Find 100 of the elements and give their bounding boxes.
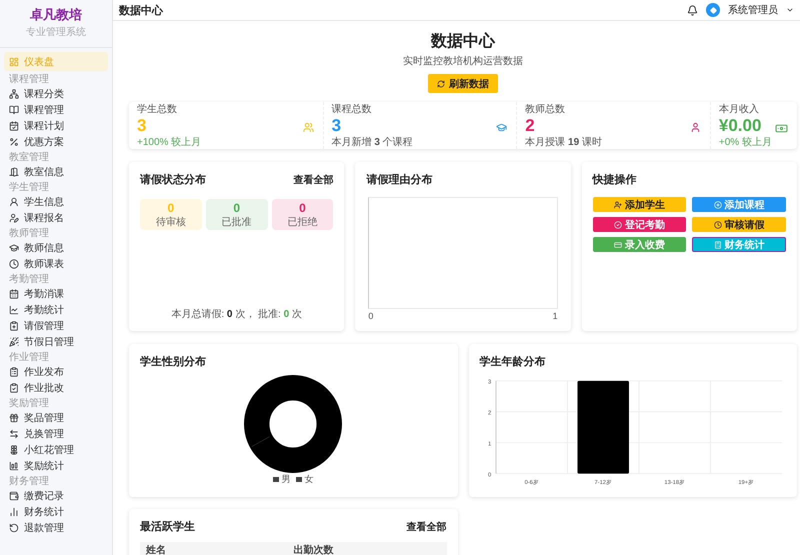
sidebar-item[interactable]: 学生信息 [4, 194, 108, 210]
action-icon [614, 240, 622, 248]
card-title: 学生年龄分布 [480, 354, 546, 369]
menu-item-icon [9, 429, 19, 439]
column-header: 姓名 [146, 544, 167, 555]
stat-label: 学生总数 [137, 102, 178, 116]
card-title: 快捷操作 [592, 172, 638, 187]
sidebar-section-label: 教师管理 [8, 227, 50, 240]
caret-icon[interactable] [786, 6, 794, 14]
menu-item-icon [9, 121, 19, 131]
view-all-link[interactable]: 查看全部 [406, 520, 446, 534]
sidebar-item[interactable]: 财务统计 [4, 504, 108, 520]
menu-item-icon [9, 507, 19, 517]
sidebar-item[interactable]: 教室信息 [4, 164, 108, 180]
stat-icon [774, 122, 788, 135]
stat-label: 本月收入 [718, 102, 760, 116]
dashboard-subtitle: 实时监控教培机构运营数据 [403, 54, 523, 68]
stat-value: 3 [332, 116, 342, 135]
menu-item-icon [9, 413, 19, 423]
sidebar-section-label: 教室管理 [8, 151, 50, 164]
sidebar-section-label: 奖励管理 [8, 397, 50, 410]
menu-item-icon [9, 197, 19, 207]
notification-bell-icon[interactable] [687, 4, 698, 16]
brand-subtitle: 专业管理系统 [26, 26, 86, 39]
legend-item: 女 [296, 473, 314, 486]
menu-item-icon [9, 259, 19, 269]
quick-action-button[interactable]: 登记考勤 [592, 217, 686, 232]
menu-item-icon [9, 461, 19, 471]
sidebar-item[interactable]: 作业批改 [4, 380, 108, 396]
action-icon [614, 200, 622, 208]
card-title: 学生性别分布 [140, 354, 207, 369]
sidebar-item[interactable]: 节假日管理 [4, 334, 108, 350]
stat-value: 2 [525, 116, 535, 135]
sidebar-item[interactable]: 教师信息 [4, 240, 108, 256]
menu-item-icon [9, 367, 19, 377]
menu-item-icon [9, 289, 19, 299]
menu-item-icon [9, 445, 19, 455]
menu-item-icon [9, 383, 19, 393]
action-icon [714, 200, 722, 208]
sidebar-item[interactable]: 缴费记录 [4, 488, 108, 504]
sidebar-item[interactable]: 考勤消课 [4, 286, 108, 302]
menu-item-icon [9, 89, 19, 99]
sidebar-item[interactable]: 请假管理 [4, 318, 108, 334]
menu-item-icon [9, 305, 19, 315]
sidebar-item[interactable]: 退款管理 [4, 520, 108, 536]
stat-label: 教师总数 [525, 102, 566, 116]
stat-note: +0% 较上月 [718, 136, 773, 149]
view-all-link[interactable]: 查看全部 [293, 172, 334, 186]
stat-value: ¥0.00 [718, 116, 762, 135]
sidebar-item[interactable]: 奖励统计 [4, 458, 108, 474]
menu-item-icon [9, 137, 19, 147]
menu-item-icon [9, 491, 19, 501]
status-label: 已批准 [222, 216, 252, 228]
menu-item-icon [9, 337, 19, 347]
quick-action-button[interactable]: 审核请假 [692, 217, 786, 232]
sidebar-item[interactable]: 课程管理 [4, 102, 108, 118]
axis-tick-label: 0 [368, 311, 374, 321]
stat-icon [690, 122, 701, 133]
card-title: 请假状态分布 [140, 172, 206, 187]
menu-item-icon [9, 167, 19, 177]
user-name[interactable]: 系统管理员 [728, 3, 778, 17]
sidebar-section-label: 考勤管理 [8, 273, 50, 286]
sidebar-item[interactable]: 作业发布 [4, 364, 108, 380]
quick-action-button[interactable]: 添加学生 [592, 197, 686, 212]
refresh-button[interactable]: 刷新数据 [428, 74, 498, 93]
status-count: 0 [233, 200, 240, 214]
sidebar-item[interactable]: 优惠方案 [4, 134, 108, 150]
stat-note: 本月授课 19 课时 [525, 136, 603, 149]
user-avatar[interactable] [706, 3, 720, 17]
brand-title: 卓凡教培 [30, 6, 82, 24]
card-title: 最活跃学生 [140, 520, 195, 534]
action-icon [714, 220, 722, 228]
sidebar-item[interactable]: 考勤统计 [4, 302, 108, 318]
page-title: 数据中心 [119, 4, 164, 18]
sidebar-section-label: 课程管理 [8, 73, 50, 86]
menu-item-icon [9, 321, 19, 331]
stat-icon [496, 122, 508, 133]
axis-tick-label: 1 [552, 311, 558, 321]
sidebar-item[interactable]: 课程计划 [4, 118, 108, 134]
card-title: 请假理由分布 [366, 172, 434, 187]
stat-note: 本月新增 3 个课程 [332, 136, 414, 149]
leave-summary: 本月总请假: 0 次， 批准: 0 次 [170, 308, 303, 321]
dashboard-heading: 数据中心 [431, 31, 495, 52]
refresh-icon [437, 80, 445, 88]
menu-item-icon [9, 243, 19, 253]
menu-item-icon [9, 523, 19, 533]
stat-value: 3 [137, 116, 146, 135]
sidebar-item[interactable]: 奖品管理 [4, 410, 108, 426]
sidebar-item[interactable]: 小红花管理 [4, 442, 108, 458]
sidebar-item[interactable]: 课程报名 [4, 210, 108, 226]
sidebar-section-label: 财务管理 [8, 475, 50, 488]
sidebar-item[interactable]: 兑换管理 [4, 426, 108, 442]
sidebar-item[interactable]: 教师课表 [4, 256, 108, 272]
sidebar-item[interactable]: 课程分类 [4, 86, 108, 102]
status-label: 待审核 [156, 216, 186, 228]
status-count: 0 [299, 200, 306, 214]
legend-item: 男 [273, 473, 290, 486]
action-icon [614, 220, 622, 228]
sidebar-section-label: 作业管理 [8, 351, 50, 364]
stat-note: +100% 较上月 [137, 136, 202, 149]
